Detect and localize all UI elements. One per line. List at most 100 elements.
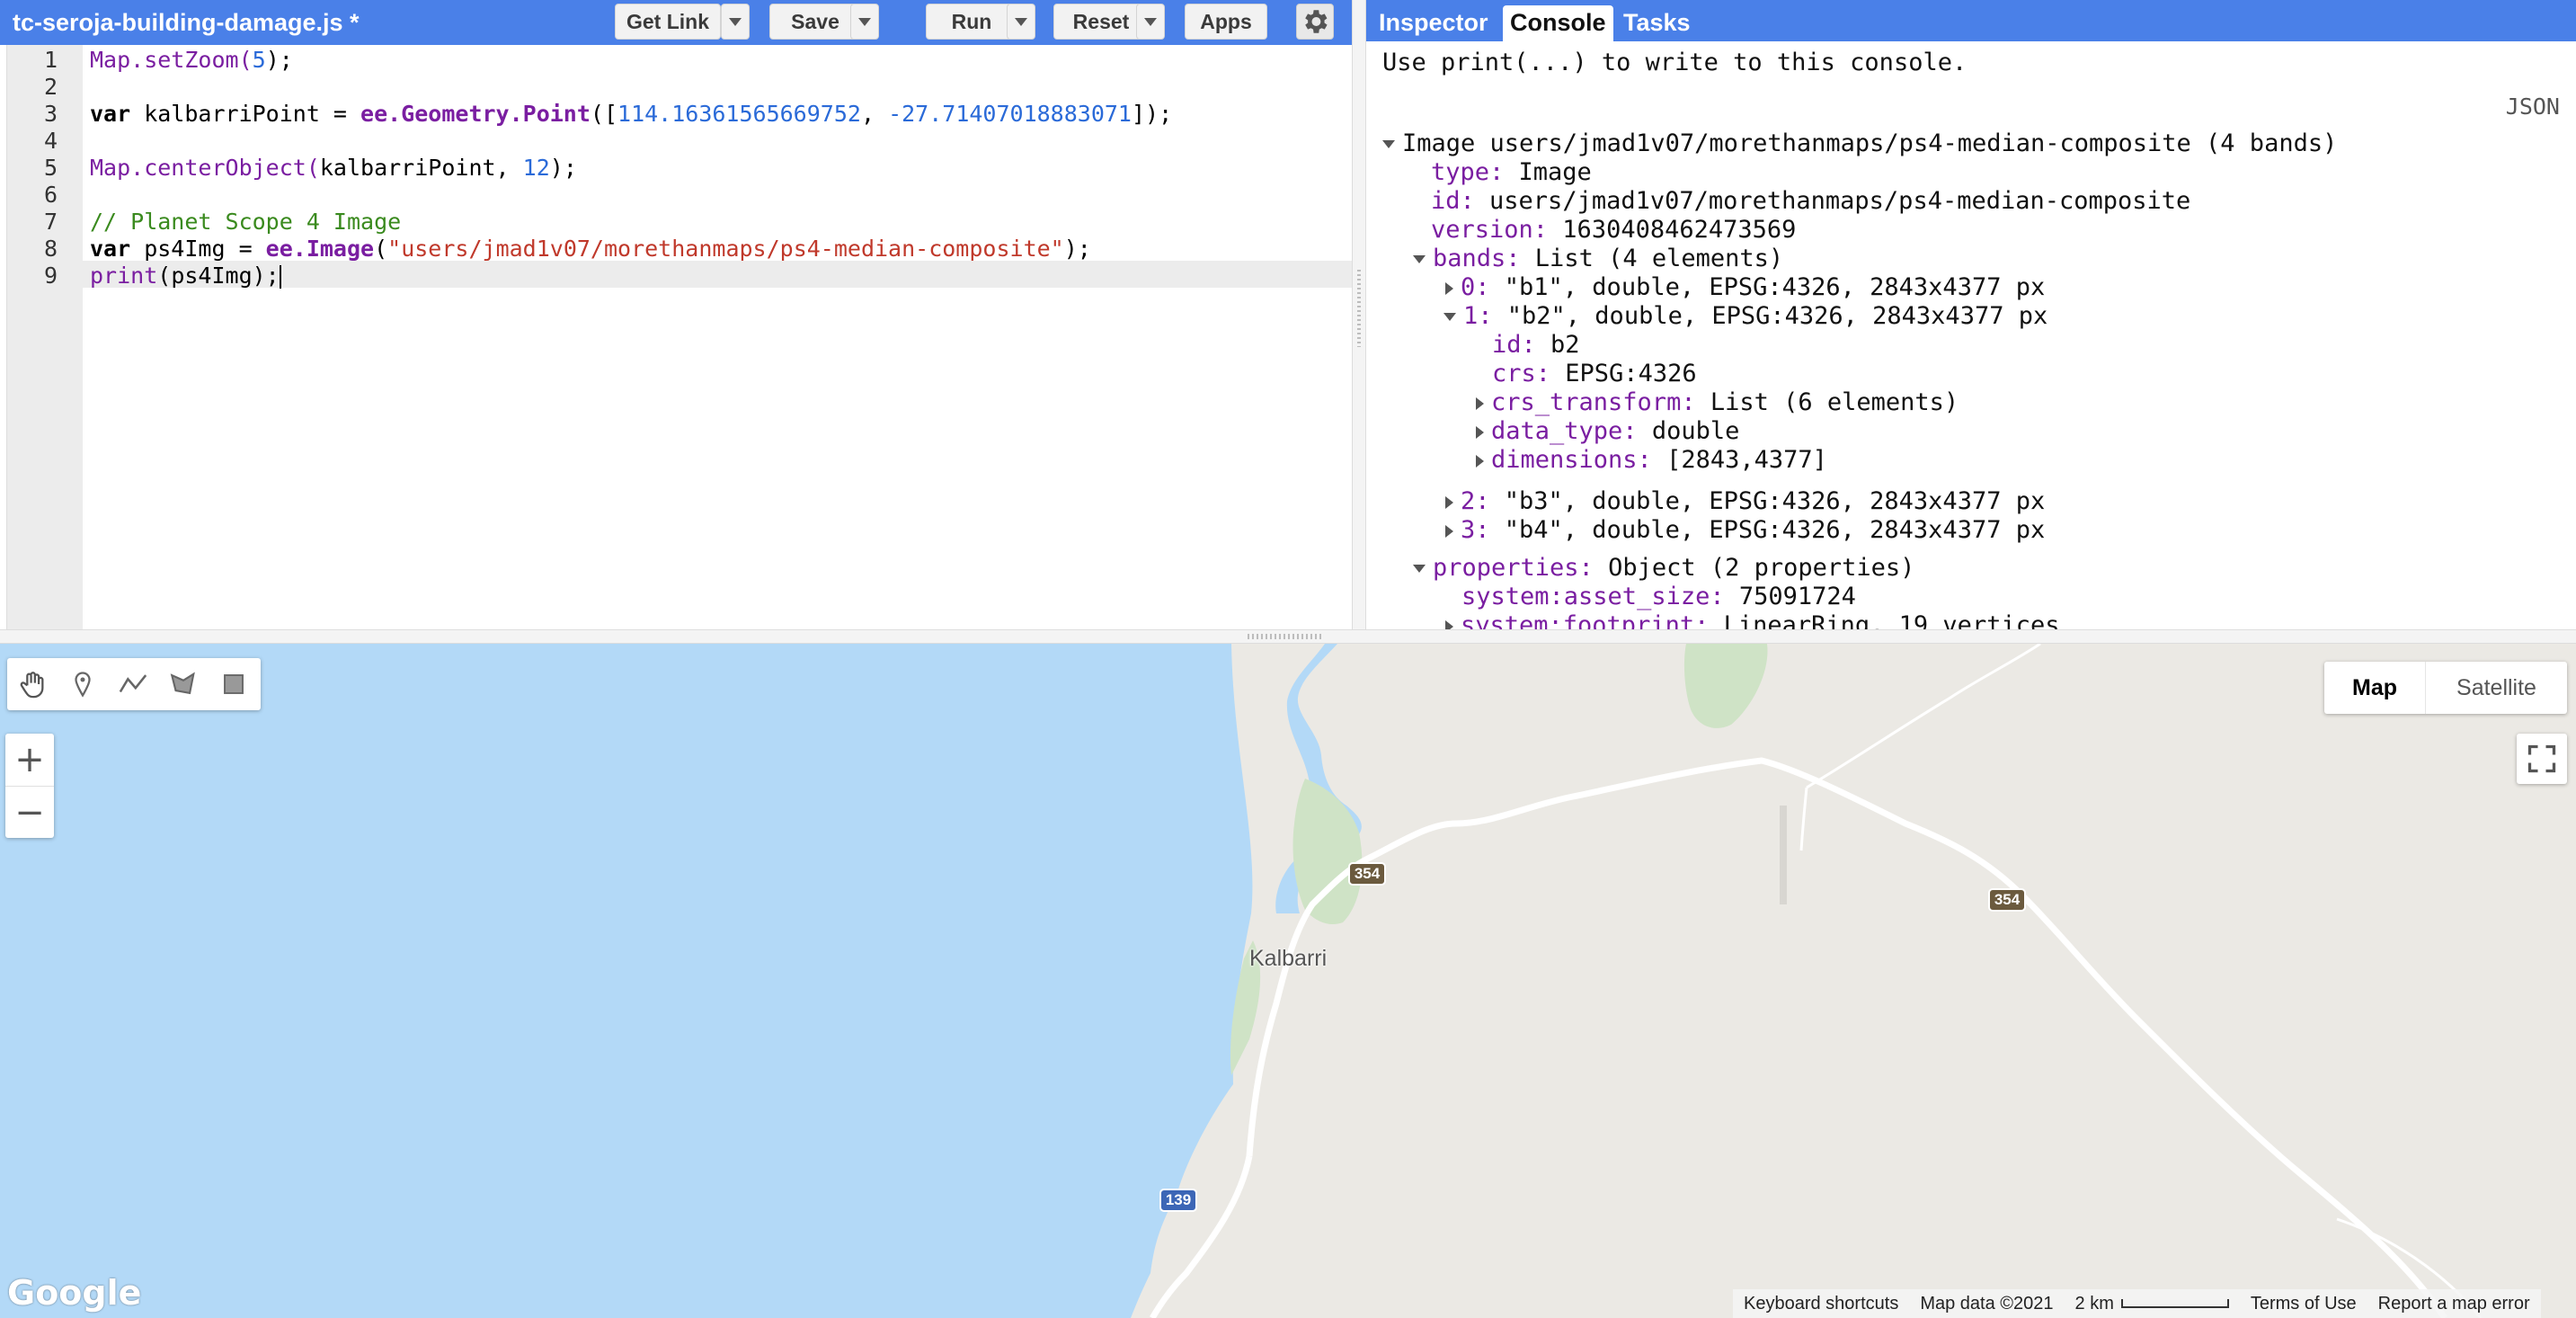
code-line-5[interactable]: Map.centerObject(kalbarriPoint, 12); xyxy=(90,155,577,181)
run-dropdown[interactable] xyxy=(1007,4,1035,40)
map-type-control: Map Satellite xyxy=(2324,662,2567,714)
band-prop[interactable]: data_type: double xyxy=(1476,417,1739,445)
code-line-7[interactable]: // Planet Scope 4 Image xyxy=(90,209,401,235)
splitter-grip-icon xyxy=(1357,270,1361,347)
code-string: "users/jmad1v07/morethanmaps/ps4-median-… xyxy=(387,236,1064,262)
map-type-satellite[interactable]: Satellite xyxy=(2425,662,2567,714)
console-output[interactable]: Use print(...) to write to this console.… xyxy=(1366,41,2576,629)
line-number: 6 xyxy=(43,182,58,208)
park-area xyxy=(1683,644,1768,728)
prop-value: EPSG:4326 xyxy=(1550,360,1697,387)
add-marker-button[interactable] xyxy=(58,658,108,710)
code-token: var xyxy=(90,101,131,127)
prop-key: system:footprint: xyxy=(1461,611,1710,629)
map-data-text: Map data ©2021 xyxy=(1920,1293,2054,1314)
polygon-icon xyxy=(170,672,195,695)
prop-value: b2 xyxy=(1535,331,1580,359)
band-row[interactable]: 0: "b1", double, EPSG:4326, 2843x4377 px xyxy=(1445,273,2045,301)
map-canvas[interactable]: + − Map Satellite Kalbarri 354 354 139 G… xyxy=(0,644,2576,1318)
map-type-map[interactable]: Map xyxy=(2324,662,2425,714)
zoom-in-button[interactable]: + xyxy=(5,734,54,786)
prop-footprint[interactable]: system:footprint: LinearRing, 19 vertice… xyxy=(1445,611,2059,629)
image-header[interactable]: Image users/jmad1v07/morethanmaps/ps4-me… xyxy=(1382,129,2337,157)
code-line-1[interactable]: Map.setZoom(5); xyxy=(90,47,293,73)
draw-rectangle-button[interactable] xyxy=(209,658,259,710)
band-prop[interactable]: dimensions: [2843,4377] xyxy=(1476,446,1827,474)
code-token: ); xyxy=(1063,236,1091,262)
settings-button[interactable] xyxy=(1296,4,1334,40)
reset-dropdown[interactable] xyxy=(1136,4,1165,40)
chevron-down-icon xyxy=(1015,17,1027,26)
prop-key: 0: xyxy=(1461,273,1490,301)
line-number: 7 xyxy=(43,209,58,235)
report-error-link[interactable]: Report a map error xyxy=(2367,1294,2541,1314)
prop-properties[interactable]: properties: Object (2 properties) xyxy=(1413,554,1914,582)
run-button[interactable]: Run xyxy=(926,4,1017,40)
get-link-dropdown[interactable] xyxy=(721,4,750,40)
draw-line-button[interactable] xyxy=(108,658,158,710)
code-editor[interactable]: tc-seroja-building-damage.js * Get Link … xyxy=(0,0,1352,629)
zoom-control: + − xyxy=(5,734,54,838)
save-dropdown[interactable] xyxy=(850,4,879,40)
route-shield: 354 xyxy=(1348,862,1386,886)
prop-version: version: 1630408462473569 xyxy=(1431,216,1796,244)
code-token: ( xyxy=(374,236,388,262)
code-token: Map.centerObject( xyxy=(90,155,320,181)
code-token: -27.71407018883071 xyxy=(888,101,1132,127)
prop-key: crs_transform: xyxy=(1491,388,1696,416)
prop-key: id: xyxy=(1431,187,1475,215)
prop-key: 2: xyxy=(1461,487,1490,515)
map-attribution: Keyboard shortcuts Map data ©2021 2 km T… xyxy=(1733,1289,2541,1318)
expand-icon xyxy=(1476,454,1484,468)
tab-console[interactable]: Console xyxy=(1503,5,1613,41)
prop-bands[interactable]: bands: List (4 elements) xyxy=(1413,245,1783,272)
horizontal-splitter[interactable] xyxy=(0,629,2576,644)
route-shield: 139 xyxy=(1159,1189,1197,1212)
apps-button[interactable]: Apps xyxy=(1185,4,1267,40)
vertical-splitter[interactable] xyxy=(1352,0,1366,629)
prop-value: "b4", double, EPSG:4326, 2843x4377 px xyxy=(1489,516,2046,544)
band-row[interactable]: 1: "b2", double, EPSG:4326, 2843x4377 px xyxy=(1443,302,2047,330)
fullscreen-button[interactable] xyxy=(2517,734,2567,784)
band-row[interactable]: 3: "b4", double, EPSG:4326, 2843x4377 px xyxy=(1445,516,2045,544)
code-line-8[interactable]: var ps4Img = ee.Image("users/jmad1v07/mo… xyxy=(90,236,1091,262)
get-link-button[interactable]: Get Link xyxy=(615,4,721,40)
code-token: ); xyxy=(265,47,293,73)
gear-icon xyxy=(1305,10,1328,33)
terms-link[interactable]: Terms of Use xyxy=(2240,1294,2367,1314)
band-row[interactable]: 2: "b3", double, EPSG:4326, 2843x4377 px xyxy=(1445,487,2045,515)
zoom-out-button[interactable]: − xyxy=(5,786,54,838)
prop-key: data_type: xyxy=(1491,417,1638,445)
expand-icon xyxy=(1476,396,1484,410)
code-token: ([ xyxy=(590,101,618,127)
pan-tool-button[interactable] xyxy=(7,658,58,710)
line-number: 1 xyxy=(43,47,58,73)
json-link[interactable]: JSON xyxy=(2506,94,2560,120)
code-token: ]); xyxy=(1132,101,1173,127)
scale-bar[interactable]: 2 km xyxy=(2065,1294,2240,1314)
prop-key: properties: xyxy=(1433,554,1594,582)
route-shield: 354 xyxy=(1988,888,2026,912)
chevron-down-icon xyxy=(729,17,742,26)
prop-value: "b1", double, EPSG:4326, 2843x4377 px xyxy=(1489,273,2046,301)
save-button[interactable]: Save xyxy=(769,4,861,40)
tab-inspector[interactable]: Inspector xyxy=(1372,5,1496,41)
reset-button[interactable]: Reset xyxy=(1053,4,1149,40)
code-token: var xyxy=(90,236,131,262)
minor-road xyxy=(1806,644,2041,789)
keyboard-shortcuts-link[interactable]: Keyboard shortcuts xyxy=(1733,1294,1909,1314)
prop-key: 1: xyxy=(1463,302,1493,330)
code-line-9[interactable]: print(ps4Img); xyxy=(90,263,281,289)
code-line-3[interactable]: var kalbarriPoint = ee.Geometry.Point([1… xyxy=(90,101,1172,127)
tab-tasks[interactable]: Tasks xyxy=(1616,5,1698,41)
prop-key: type: xyxy=(1431,158,1505,186)
scale-label: 2 km xyxy=(2074,1293,2114,1314)
band-prop[interactable]: crs_transform: List (6 elements) xyxy=(1476,388,1959,416)
prop-type: type: Image xyxy=(1431,158,1592,186)
image-header-text: Image users/jmad1v07/morethanmaps/ps4-me… xyxy=(1402,129,2338,157)
line-number: 3 xyxy=(43,101,58,127)
code-token: (ps4Img); xyxy=(157,263,280,289)
polyline-icon xyxy=(119,674,147,693)
draw-shape-button[interactable] xyxy=(158,658,209,710)
collapse-icon xyxy=(1413,255,1426,263)
